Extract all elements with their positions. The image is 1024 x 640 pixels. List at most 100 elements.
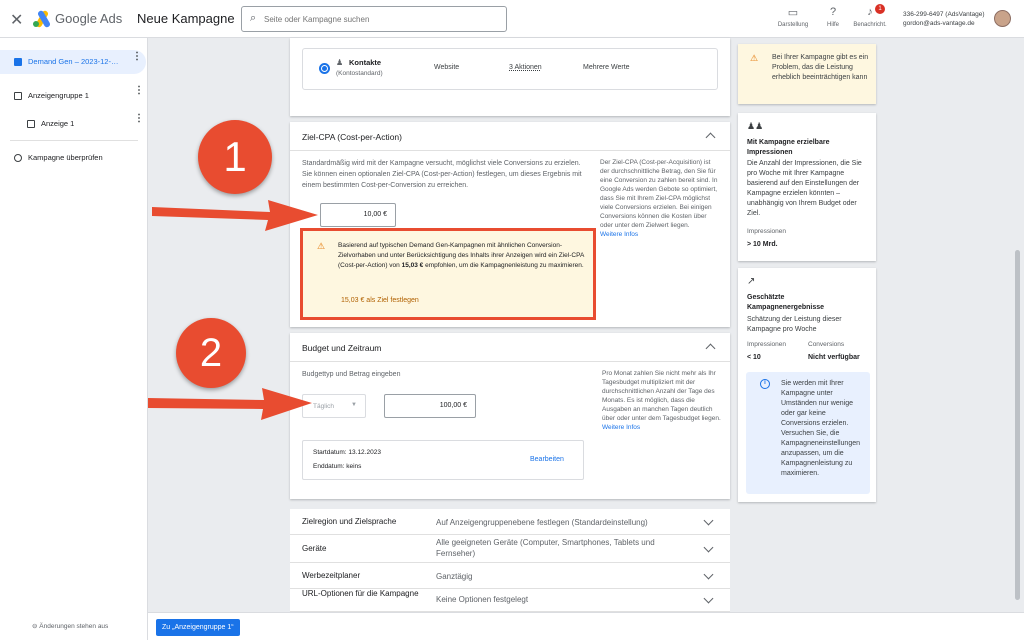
sidebar-item-label: Anzeigengruppe 1 (28, 91, 89, 100)
more-vert-icon[interactable]: ⋮ (132, 52, 142, 62)
chevron-down-icon[interactable] (703, 542, 714, 553)
section-value: Keine Optionen festgelegt (436, 595, 529, 604)
info-text: Sie werden mit Ihrer Kampagne unter Umst… (781, 380, 861, 477)
section-targeting[interactable]: Zielregion und Zielsprache Auf Anzeigeng… (290, 509, 730, 535)
chevron-up-icon[interactable] (705, 132, 716, 143)
sidebar-item-label: Anzeige 1 (41, 119, 75, 128)
budget-card: Budget und Zeitraum Budgettyp und Betrag… (290, 333, 730, 499)
dropdown-arrow-icon: ▼ (351, 402, 357, 408)
top-bar: ✕ Google Ads Neue Kampagne ⌕ ▭ Darstellu… (0, 0, 1024, 38)
campaign-icon (14, 58, 22, 66)
chevron-down-icon[interactable] (703, 515, 714, 526)
conversions-value: Nicht verfügbar (808, 354, 860, 361)
sidebar-item-label: Kampagne überprüfen (28, 153, 103, 162)
notifications-label: Benachricht. (853, 22, 887, 28)
budget-amount-value: 100,00 € (439, 402, 467, 409)
section-value: Alle geeigneten Geräte (Computer, Smartp… (436, 538, 655, 558)
brand-name: Google Ads (55, 11, 123, 26)
cpa-help-link[interactable]: Weitere Infos (600, 231, 638, 238)
schedule-box: Startdatum: 13.12.2023 Enddatum: keins B… (302, 440, 584, 480)
sidebar-item-label: Demand Gen – 2023-12-… (28, 57, 119, 66)
ad-icon (27, 120, 35, 128)
more-vert-icon[interactable]: ⋮ (134, 114, 144, 124)
warning-icon: ⚠ (750, 53, 759, 63)
impressions-label: Impressionen (747, 341, 787, 348)
section-url-options[interactable]: URL-Optionen für die Kampagne Keine Opti… (290, 589, 730, 612)
conversion-goals-card: ♟ Kontakte (Kontostandard) Website 3 Akt… (290, 38, 730, 116)
search-input[interactable] (264, 11, 499, 27)
sidebar-item-ad[interactable]: Anzeige 1 ⋮ (0, 112, 148, 136)
conversions-label: Conversions (808, 341, 845, 348)
notifications-button[interactable]: ♪ 1 Benachricht. (850, 4, 890, 28)
results-title: Geschätzte Kampagnenergebnisse (747, 294, 825, 311)
close-icon[interactable]: ✕ (10, 10, 23, 30)
search-icon: ⌕ (250, 12, 257, 24)
section-title: Ziel-CPA (Cost-per-Action) (302, 132, 402, 142)
alert-card: ⚠ Bei Ihrer Kampagne gibt es ein Problem… (738, 44, 876, 104)
edit-schedule-button[interactable]: Bearbeiten (530, 456, 564, 463)
help-label: Hilfe (826, 22, 839, 28)
section-value: Ganztägig (436, 572, 473, 581)
page-title: Neue Kampagne (137, 11, 235, 26)
reach-title: Mit Kampagne erzielbare Impressionen (747, 139, 830, 156)
reach-text: Die Anzahl der Impressionen, die Sie pro… (747, 160, 862, 217)
pending-changes-label: Änderungen stehen aus (39, 623, 109, 630)
avatar[interactable] (994, 10, 1011, 27)
section-key: Werbezeitplaner (302, 571, 361, 580)
section-key: Geräte (302, 544, 327, 553)
reach-card: ♟♟ Mit Kampagne erzielbare Impressionen … (738, 113, 876, 261)
divider (290, 150, 730, 151)
sidebar-item-review[interactable]: Kampagne überprüfen (0, 146, 148, 170)
sidebar: Demand Gen – 2023-12-… ⋮ Anzeigengruppe … (0, 38, 148, 640)
help-button[interactable]: ? Hilfe (813, 6, 853, 28)
cpa-description: Standardmäßig wird mit der Kampagne vers… (302, 160, 582, 189)
chevron-up-icon[interactable] (705, 343, 716, 354)
budget-help-link[interactable]: Weitere Infos (602, 424, 640, 431)
sidebar-item-adgroup[interactable]: Anzeigengruppe 1 ⋮ (0, 84, 148, 108)
section-key: Zielregion und Zielsprache (302, 517, 397, 526)
notification-badge: 1 (875, 4, 885, 14)
warning-icon: ⚠ (317, 241, 326, 251)
reach-label: Impressionen (747, 228, 787, 235)
appearance-icon: ▭ (787, 7, 799, 19)
sidebar-item-campaign[interactable]: Demand Gen – 2023-12-… ⋮ (0, 50, 146, 74)
goal-actions-link[interactable]: 3 Aktionen (509, 64, 542, 71)
budget-subtitle: Budgettyp und Betrag eingeben (302, 371, 401, 378)
account-info[interactable]: 336-299-6497 (AdsVantage) gordon@ads-van… (903, 10, 985, 28)
goal-radio[interactable] (319, 63, 330, 74)
bottom-bar: Zu „Anzeigengruppe 1“ (148, 612, 1024, 640)
divider (290, 361, 730, 362)
more-vert-icon[interactable]: ⋮ (134, 86, 144, 96)
next-button[interactable]: Zu „Anzeigengruppe 1“ (156, 619, 240, 636)
info-icon (14, 154, 22, 162)
results-card: ↗ Geschätzte Kampagnenergebnisse Schätzu… (738, 268, 876, 502)
appearance-label: Darstellung (777, 22, 809, 28)
google-ads-logo-icon (33, 10, 50, 28)
reach-value: > 10 Mrd. (747, 241, 778, 248)
budget-amount-input[interactable]: 100,00 € (384, 394, 476, 418)
section-value: Auf Anzeigengruppenebene festlegen (Stan… (436, 518, 648, 527)
budget-help-text: Pro Monat zahlen Sie nicht mehr als Ihr … (602, 370, 721, 422)
recommendation-text-post: empfohlen, um die Kampagnenleistung zu m… (425, 262, 584, 269)
impressions-value: < 10 (747, 354, 761, 361)
trending-icon: ↗ (747, 276, 756, 287)
start-date: Startdatum: 13.12.2023 (313, 449, 381, 456)
section-devices[interactable]: Geräte Alle geeigneten Geräte (Computer,… (290, 535, 730, 563)
apply-recommendation-button[interactable]: 15,03 € als Ziel festlegen (341, 297, 419, 304)
arrow-right-icon (148, 388, 312, 420)
scrollbar[interactable] (1015, 250, 1020, 600)
info-box: i Sie werden mit Ihrer Kampagne unter Um… (746, 372, 870, 494)
chevron-down-icon[interactable] (703, 593, 714, 604)
cpa-input-value: 10,00 € (363, 211, 387, 218)
budget-type-value: Täglich (313, 403, 334, 410)
divider (10, 140, 138, 141)
chevron-down-icon[interactable] (703, 569, 714, 580)
conversion-goal-row[interactable]: ♟ Kontakte (Kontostandard) Website 3 Akt… (302, 48, 718, 90)
appearance-button[interactable]: ▭ Darstellung (773, 6, 813, 28)
cpa-input[interactable]: 10,00 € (320, 203, 396, 227)
alert-text: Bei Ihrer Kampagne gibt es ein Problem, … (772, 54, 869, 81)
contacts-icon: ♟ (336, 58, 344, 67)
budget-help: Pro Monat zahlen Sie nicht mehr als Ihr … (602, 369, 722, 432)
section-ad-schedule[interactable]: Werbezeitplaner Ganztägig (290, 563, 730, 589)
search-box[interactable]: ⌕ (241, 6, 507, 32)
